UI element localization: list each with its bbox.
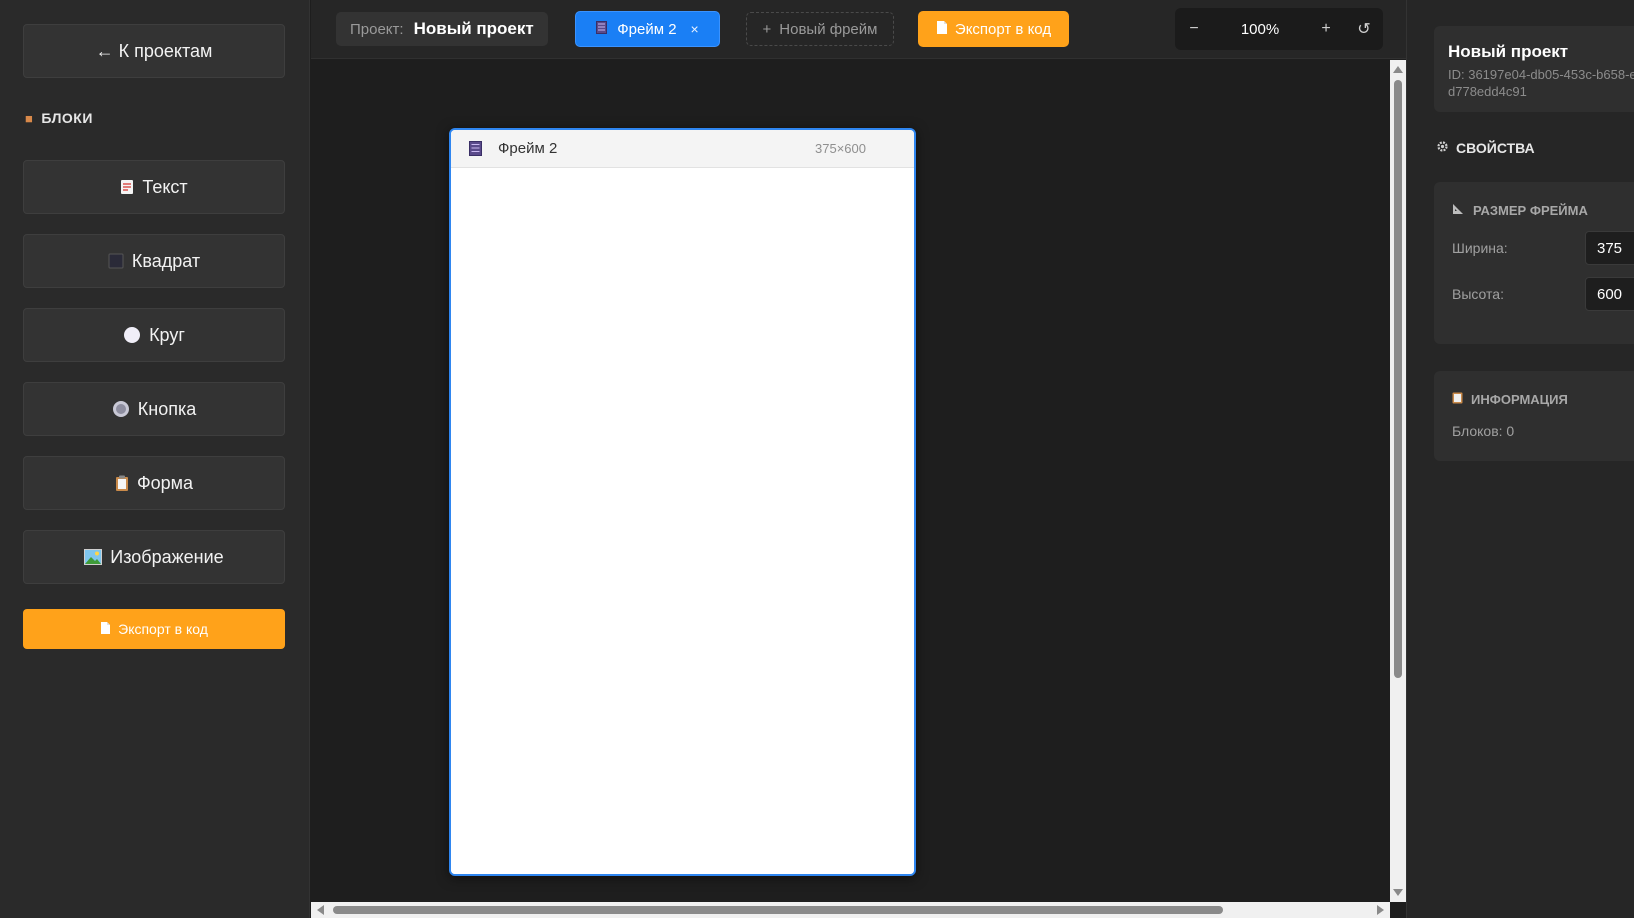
vertical-scroll-thumb[interactable] xyxy=(1394,80,1402,678)
frame-size-title: РАЗМЕР ФРЕЙМА xyxy=(1452,202,1588,218)
sidebar-export-button[interactable]: Экспорт в код xyxy=(23,609,285,649)
horizontal-scrollbar[interactable] xyxy=(311,902,1390,918)
panel-project-id: ID: 36197e04-db05-453c-b658-ed778edd4c91 xyxy=(1448,67,1634,99)
properties-title: СВОЙСТВА xyxy=(1436,140,1535,156)
page-icon xyxy=(120,179,134,195)
vertical-scrollbar[interactable] xyxy=(1390,60,1406,902)
block-circle-label: Круг xyxy=(149,324,185,345)
blocks-section-title: ■ БЛОКИ xyxy=(25,110,93,126)
scroll-right-icon[interactable] xyxy=(1377,905,1384,915)
block-text-button[interactable]: Текст xyxy=(23,160,285,214)
zoom-controls: − 100% + ↺ xyxy=(1175,8,1383,50)
frame-icon xyxy=(596,21,608,37)
left-sidebar: ← К проектам ■ БЛОКИ Текст Квадрат Круг … xyxy=(0,0,310,918)
tab-frame-2[interactable]: Фрейм 2 × xyxy=(575,11,720,47)
frame-2[interactable]: Фрейм 2 375×600 xyxy=(449,128,916,876)
scroll-left-icon[interactable] xyxy=(317,905,324,915)
back-to-projects-label: ← К проектам xyxy=(95,40,213,61)
right-panel: Новый проект ID: 36197e04-db05-453c-b658… xyxy=(1406,0,1634,918)
plus-icon: + xyxy=(762,20,772,38)
ruler-icon xyxy=(1452,202,1465,218)
scroll-up-icon[interactable] xyxy=(1393,66,1403,73)
design-canvas[interactable]: Фрейм 2 375×600 xyxy=(311,60,1406,918)
info-title: ИНФОРМАЦИЯ xyxy=(1452,391,1568,407)
info-label: ИНФОРМАЦИЯ xyxy=(1471,391,1568,407)
zoom-out-button[interactable]: − xyxy=(1175,20,1213,38)
block-square-button[interactable]: Квадрат xyxy=(23,234,285,288)
new-frame-button[interactable]: + Новый фрейм xyxy=(746,12,894,46)
block-button-button[interactable]: Кнопка xyxy=(23,382,285,436)
block-button-label: Кнопка xyxy=(137,398,197,419)
project-chip: Проект: Новый проект xyxy=(336,12,548,46)
sidebar-export-label: Экспорт в код xyxy=(118,621,208,637)
block-form-label: Форма xyxy=(136,472,194,493)
package-icon: ■ xyxy=(25,110,34,126)
properties-label: СВОЙСТВА xyxy=(1456,140,1535,156)
square-icon xyxy=(108,253,124,269)
project-card: Новый проект ID: 36197e04-db05-453c-b658… xyxy=(1434,26,1634,112)
document-icon xyxy=(100,621,111,638)
block-square-label: Квадрат xyxy=(131,250,201,271)
width-label: Ширина: xyxy=(1452,240,1508,256)
gear-icon xyxy=(1436,140,1449,156)
clipboard-icon xyxy=(1452,391,1463,407)
button-dot-icon xyxy=(112,400,130,418)
block-text-label: Текст xyxy=(142,176,188,197)
zoom-in-button[interactable]: + xyxy=(1307,20,1345,38)
frame-size-label: 375×600 xyxy=(815,141,866,156)
height-label: Высота: xyxy=(1452,286,1504,302)
zoom-level: 100% xyxy=(1240,20,1280,38)
project-label: Проект: xyxy=(350,20,404,38)
block-circle-button[interactable]: Круг xyxy=(23,308,285,362)
blocks-section-label: БЛОКИ xyxy=(41,110,93,126)
frame-size-label-text: РАЗМЕР ФРЕЙМА xyxy=(1473,202,1588,218)
frame-title: Фрейм 2 xyxy=(498,140,558,157)
frame-body[interactable] xyxy=(451,168,914,874)
height-input[interactable] xyxy=(1585,277,1634,311)
document-icon xyxy=(936,20,948,38)
block-form-button[interactable]: Форма xyxy=(23,456,285,510)
reset-zoom-icon[interactable]: ↺ xyxy=(1345,19,1383,39)
blocks-count: Блоков: 0 xyxy=(1452,423,1515,439)
tab-frame-label: Фрейм 2 xyxy=(617,20,677,38)
frame-header[interactable]: Фрейм 2 375×600 xyxy=(451,130,914,168)
frame-icon xyxy=(469,141,482,156)
horizontal-scroll-thumb[interactable] xyxy=(333,906,1223,914)
close-icon[interactable]: × xyxy=(691,21,699,37)
back-to-projects-button[interactable]: ← К проектам xyxy=(23,24,285,78)
toolbar-export-button[interactable]: Экспорт в код xyxy=(918,11,1069,47)
block-image-button[interactable]: Изображение xyxy=(23,530,285,584)
width-input[interactable] xyxy=(1585,231,1634,265)
scroll-down-icon[interactable] xyxy=(1393,889,1403,896)
clipboard-icon xyxy=(115,475,129,492)
top-toolbar: Проект: Новый проект Фрейм 2 × + Новый ф… xyxy=(311,0,1406,59)
frame-size-card: РАЗМЕР ФРЕЙМА Ширина: Высота: xyxy=(1434,182,1634,344)
panel-project-name: Новый проект xyxy=(1448,42,1569,61)
picture-icon xyxy=(84,549,103,565)
project-name: Новый проект xyxy=(413,19,534,38)
block-image-label: Изображение xyxy=(110,546,224,567)
toolbar-export-label: Экспорт в код xyxy=(954,20,1052,38)
new-frame-label: Новый фрейм xyxy=(779,20,878,38)
info-card: ИНФОРМАЦИЯ Блоков: 0 xyxy=(1434,371,1634,461)
circle-icon xyxy=(123,326,141,344)
